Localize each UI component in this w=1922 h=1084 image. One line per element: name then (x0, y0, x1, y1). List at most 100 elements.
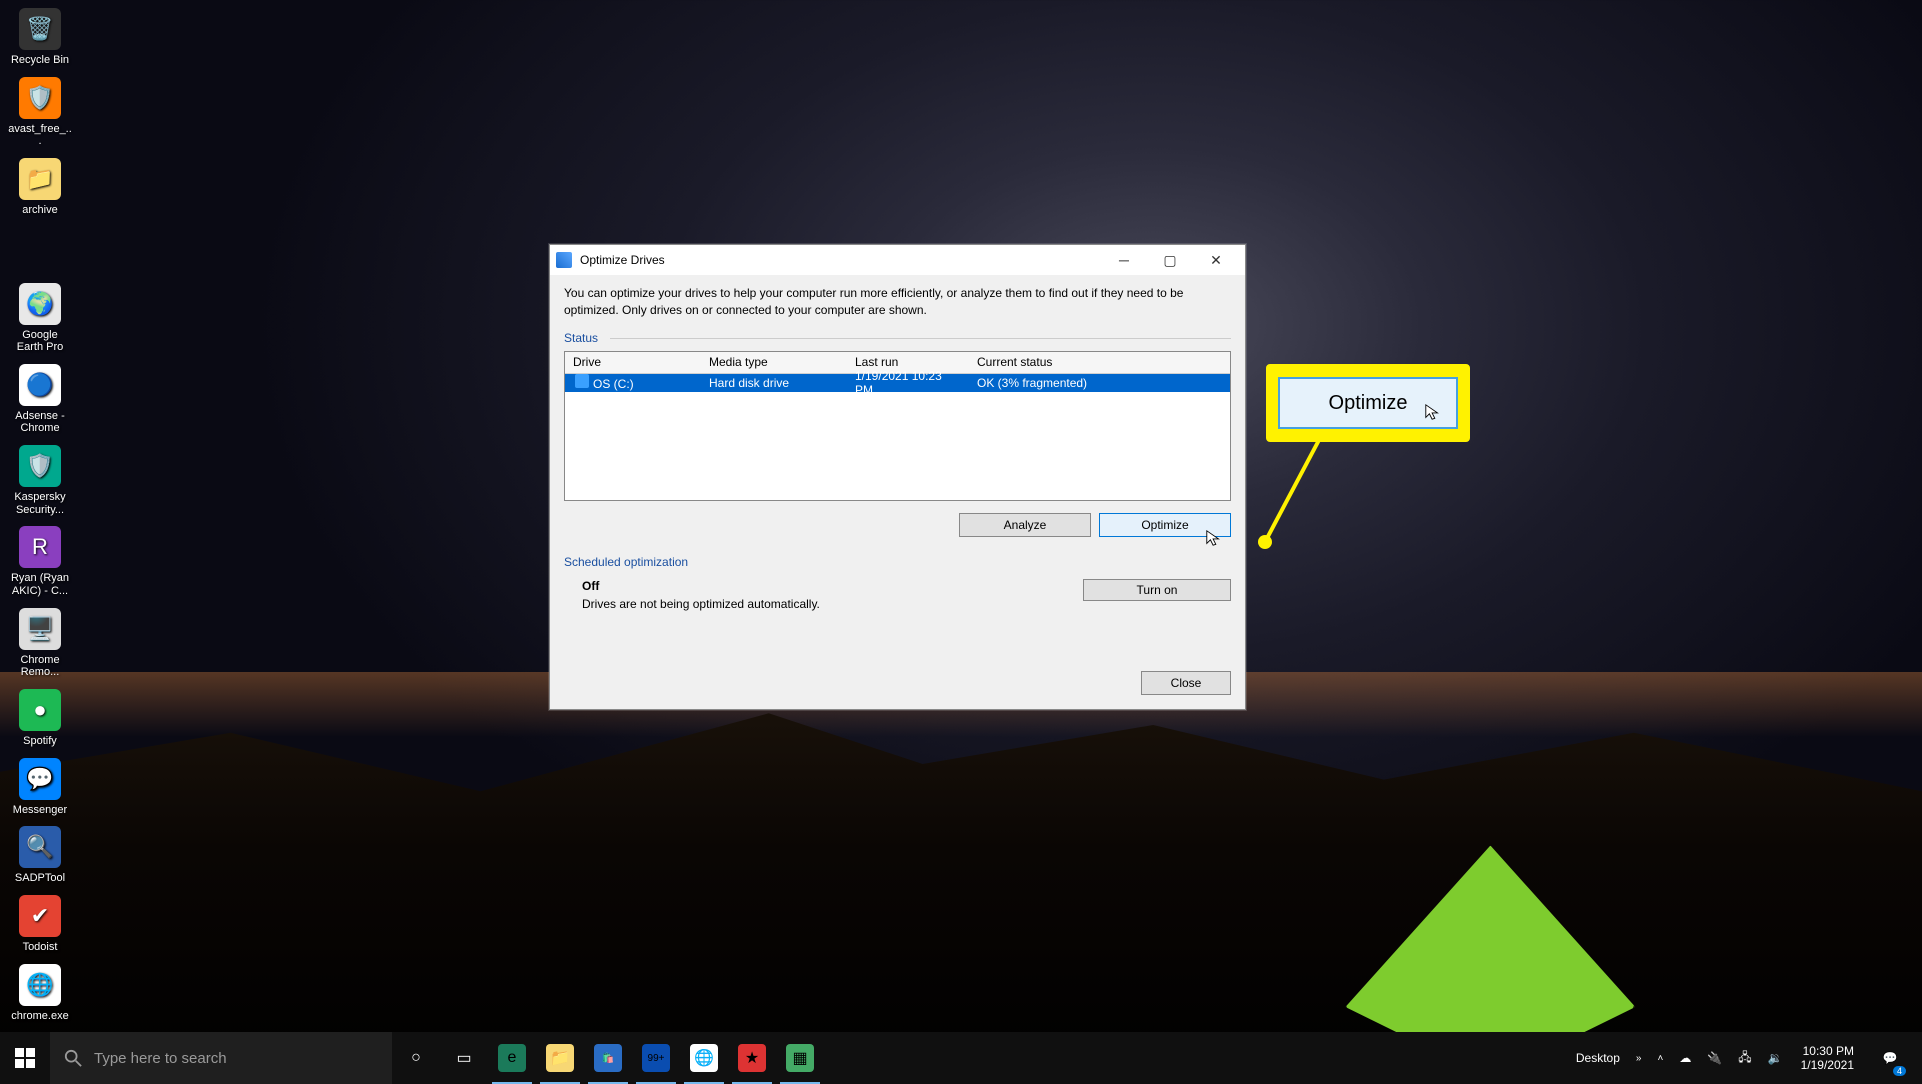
col-media[interactable]: Media type (701, 355, 847, 369)
edge-icon: e (498, 1044, 526, 1072)
desktop-icon-chrome-exe[interactable]: 🌐 chrome.exe (8, 964, 72, 1023)
cell-media: Hard disk drive (701, 376, 847, 390)
wallpaper-horizon (0, 694, 1922, 1084)
desktop-icon-ryan-ryan-akic-c-[interactable]: R Ryan (Ryan AKIC) - C... (8, 526, 72, 597)
search-icon (64, 1049, 82, 1067)
col-status[interactable]: Current status (969, 355, 1230, 369)
maximize-button[interactable]: ▢ (1147, 245, 1193, 275)
desktop-icon-label: Spotify (23, 735, 57, 748)
taskbar-app-defrag[interactable]: ▦ (776, 1032, 824, 1084)
taskbar-app-cortana[interactable]: ○ (392, 1032, 440, 1084)
system-tray: Desktop » ˄ ☁ 🔌 🖧 🔉 10:30 PM 1/19/2021 💬… (1570, 1032, 1922, 1084)
desktop-icon-label: SADPTool (15, 872, 65, 885)
cell-status: OK (3% fragmented) (969, 376, 1230, 390)
taskbar-app-task-view[interactable]: ▭ (440, 1032, 488, 1084)
taskbar-app-edge-beta[interactable]: 99+ (632, 1032, 680, 1084)
desktop-icon-label: Messenger (13, 804, 67, 817)
drive-row-icon (575, 374, 589, 388)
app-icon: R (19, 526, 61, 568)
toolbar-chevron-icon[interactable]: » (1630, 1053, 1648, 1064)
desktop-icon-avast-free-[interactable]: 🛡️avast_free_... (8, 77, 72, 148)
power-tray-icon[interactable]: 🔌 (1701, 1051, 1728, 1065)
app-icon: 🔍 (19, 826, 61, 868)
taskbar-app-chrome[interactable]: 🌐 (680, 1032, 728, 1084)
window-title: Optimize Drives (580, 253, 1101, 267)
close-button[interactable]: Close (1141, 671, 1231, 695)
desktop-icon-kaspersky-security-[interactable]: 🛡️ Kaspersky Security... (8, 445, 72, 516)
app-red-icon: ★ (738, 1044, 766, 1072)
taskbar-date: 1/19/2021 (1801, 1058, 1854, 1072)
desktop-icon-chrome-remo-[interactable]: 🖥️ Chrome Remo... (8, 608, 72, 679)
app-icon: 🌐 (19, 964, 61, 1006)
desktop-icon-adsense-chrome[interactable]: 🔵 Adsense - Chrome (8, 364, 72, 435)
network-tray-icon[interactable]: 🖧 (1732, 1048, 1757, 1069)
scheduled-state: Off (582, 579, 820, 593)
desktop-icon-label: Kaspersky Security... (8, 491, 72, 516)
app-icon: 🔵 (19, 364, 61, 406)
desktop-icon-spotify[interactable]: ●Spotify (8, 689, 72, 748)
desktop-icon-label: chrome.exe (11, 1010, 68, 1023)
desktop-icon-sadptool[interactable]: 🔍 SADPTool (8, 826, 72, 885)
cell-last: 1/19/2021 10:23 PM (847, 369, 969, 397)
desktop-icon-recycle-bin[interactable]: 🗑️Recycle Bin (8, 8, 72, 67)
desktop-icon-google-earth-pro[interactable]: 🌍Google Earth Pro (8, 283, 72, 354)
taskbar-clock[interactable]: 10:30 PM 1/19/2021 (1793, 1044, 1862, 1073)
desktop-icon-label: Ryan (Ryan AKIC) - C... (8, 572, 72, 597)
col-last[interactable]: Last run (847, 355, 969, 369)
app-icon: 🛡️ (19, 445, 61, 487)
callout-leader-line (1259, 440, 1329, 560)
taskbar-time: 10:30 PM (1801, 1044, 1854, 1058)
edge-beta-icon: 99+ (642, 1044, 670, 1072)
taskbar: Type here to search ○ ▭ e 📁 🛍️ 99+ 🌐 ★ ▦ Desktop… (0, 1032, 1922, 1084)
taskbar-apps: ○ ▭ e 📁 🛍️ 99+ 🌐 ★ ▦ (392, 1032, 824, 1084)
scheduled-status: Off Drives are not being optimized autom… (582, 579, 820, 611)
col-drive[interactable]: Drive (565, 355, 701, 369)
defrag-icon: ▦ (786, 1044, 814, 1072)
drive-icon (556, 252, 572, 268)
volume-tray-icon[interactable]: 🔉 (1762, 1051, 1789, 1065)
status-section-label: Status (564, 331, 1231, 345)
chrome-icon: 🌐 (690, 1044, 718, 1072)
action-center-button[interactable]: 💬 4 (1866, 1032, 1914, 1084)
store-icon: 🛍️ (594, 1044, 622, 1072)
analyze-button[interactable]: Analyze (959, 513, 1091, 537)
turn-on-button[interactable]: Turn on (1083, 579, 1231, 601)
onedrive-tray-icon[interactable]: ☁ (1673, 1051, 1697, 1065)
desktop-icon-todoist[interactable]: ✔ Todoist (8, 895, 72, 954)
minimize-button[interactable]: ─ (1101, 245, 1147, 275)
cursor-icon (1424, 403, 1442, 421)
tray-chevron-up-icon[interactable]: ˄ (1651, 1053, 1669, 1064)
app-icon: 🌍 (19, 283, 61, 325)
app-icon: 📁 (19, 158, 61, 200)
callout-label: Optimize (1329, 392, 1408, 415)
drive-table: Drive Media type Last run Current status… (564, 351, 1231, 501)
app-icon: 🖥️ (19, 608, 61, 650)
taskbar-app-app-red[interactable]: ★ (728, 1032, 776, 1084)
desktop-toolbar-label[interactable]: Desktop (1570, 1051, 1626, 1065)
desktop-icon-label: Chrome Remo... (8, 654, 72, 679)
notification-badge: 4 (1893, 1066, 1906, 1076)
desktop-icon-archive[interactable]: 📁archive (8, 158, 72, 217)
app-icon: ✔ (19, 895, 61, 937)
desktop-icon-messenger[interactable]: 💬 Messenger (8, 758, 72, 817)
cursor-icon (1205, 529, 1223, 547)
close-window-button[interactable]: ✕ (1193, 245, 1239, 275)
cell-drive: OS (C:) (565, 374, 701, 391)
windows-logo-icon (15, 1048, 35, 1068)
start-button[interactable] (0, 1032, 50, 1084)
table-row[interactable]: OS (C:) Hard disk drive 1/19/2021 10:23 … (565, 374, 1230, 392)
desktop-icon-label: Recycle Bin (11, 54, 69, 67)
taskbar-app-file-explorer[interactable]: 📁 (536, 1032, 584, 1084)
search-box[interactable]: Type here to search (50, 1032, 392, 1084)
desktop-icons: 🗑️Recycle Bin 🛡️avast_free_... 📁archive 🌍Go… (8, 8, 148, 1084)
scheduled-section-label: Scheduled optimization (564, 555, 1231, 569)
app-icon: 🛡️ (19, 77, 61, 119)
desktop-icon-label: Adsense - Chrome (8, 410, 72, 435)
task-view-icon: ▭ (450, 1044, 478, 1072)
taskbar-app-edge[interactable]: e (488, 1032, 536, 1084)
desktop-icon-label: Todoist (23, 941, 58, 954)
taskbar-app-store[interactable]: 🛍️ (584, 1032, 632, 1084)
app-icon: 💬 (19, 758, 61, 800)
titlebar[interactable]: Optimize Drives ─ ▢ ✕ (550, 245, 1245, 275)
window-description: You can optimize your drives to help you… (564, 285, 1231, 319)
